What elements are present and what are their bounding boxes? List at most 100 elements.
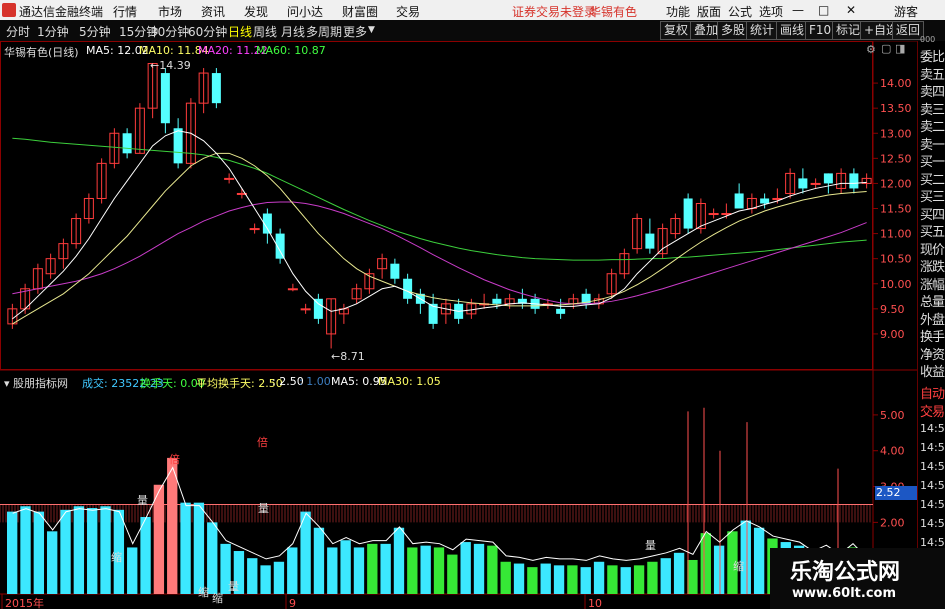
candle-body-up xyxy=(287,288,298,291)
side-item-1: 卖五 xyxy=(920,67,945,83)
period-30min[interactable]: 30分钟 xyxy=(150,23,189,40)
volume-bar xyxy=(287,547,298,594)
side-time-2: 14:56 xyxy=(920,460,945,473)
guest-label[interactable]: 游客 xyxy=(894,3,918,20)
ma-lines-group xyxy=(12,130,867,325)
menu-wealth[interactable]: 财富圈 xyxy=(342,3,378,20)
period-weekly[interactable]: 周线 xyxy=(253,23,277,40)
side-item-18: 收益 xyxy=(920,365,945,380)
volume-bar xyxy=(273,561,285,594)
btn-adjust[interactable]: 复权 xyxy=(660,21,693,40)
side-item-0: 委比 xyxy=(920,50,945,65)
price-tick-label: 9.50 xyxy=(880,303,905,316)
minimize-icon[interactable]: — xyxy=(792,3,804,17)
volume-bar xyxy=(513,563,525,594)
btn-f10[interactable]: F10 xyxy=(805,21,836,40)
price-tick-label: 10.50 xyxy=(880,253,912,266)
menu-news[interactable]: 资讯 xyxy=(201,3,225,20)
volume-bar xyxy=(700,533,711,594)
volume-bar xyxy=(607,565,618,594)
volume-bar xyxy=(73,506,85,594)
price-tick-label: 11.00 xyxy=(880,228,912,241)
menu-markets[interactable]: 市场 xyxy=(158,3,182,20)
volume-bar xyxy=(713,545,725,594)
date-axis: 2015年 9 10 xyxy=(1,594,602,609)
stock-name-header: 华锡有色 xyxy=(589,5,638,19)
menu-options[interactable]: 选项 xyxy=(759,3,783,20)
candle-body-down xyxy=(760,198,770,204)
volume-bar xyxy=(553,565,565,594)
period-monthly[interactable]: 月线 xyxy=(281,23,305,40)
menu-ask[interactable]: 问小达 xyxy=(287,3,323,20)
period-more[interactable]: 更多 xyxy=(343,23,367,40)
volume-bar xyxy=(167,457,178,594)
side-auto-trade-1[interactable]: 交易 xyxy=(920,401,945,420)
side-item-14: 总量 xyxy=(920,295,945,310)
volume-bar xyxy=(340,540,351,594)
volume-bar xyxy=(260,565,271,594)
price-axis-ticks: 14.00 13.50 13.00 12.50 12.00 11.50 11.00 10.50… xyxy=(873,77,912,341)
btn-multistock[interactable]: 多股 xyxy=(717,21,750,40)
menu-discover[interactable]: 发现 xyxy=(244,3,268,20)
candle-body-down xyxy=(390,263,400,279)
side-item-15: 外盘 xyxy=(920,312,945,328)
period-daily[interactable]: 日线 xyxy=(228,23,252,40)
period-5min[interactable]: 5分钟 xyxy=(79,23,111,40)
login-warning[interactable]: 证券交易未登录 xyxy=(512,3,596,20)
volume-tick-label: 2.00 xyxy=(880,516,905,529)
period-60min[interactable]: 60分钟 xyxy=(188,23,227,40)
volume-bar xyxy=(7,511,18,594)
price-tick-label: 14.00 xyxy=(880,77,912,90)
volume-bar xyxy=(660,558,671,594)
current-volume-tag: 2.52 xyxy=(875,486,918,500)
menu-layout[interactable]: 版面 xyxy=(697,3,721,20)
menu-market[interactable]: 行情 xyxy=(113,3,137,20)
menu-formula[interactable]: 公式 xyxy=(728,3,752,20)
watermark-title: 乐淘公式网 xyxy=(790,560,901,585)
panel-toggle-icon[interactable]: ◨ xyxy=(895,42,905,55)
volume-bar xyxy=(33,511,45,594)
candle-body-down xyxy=(645,233,655,249)
volume-bar xyxy=(460,542,471,594)
menu-function[interactable]: 功能 xyxy=(666,3,690,20)
price-tick-label: 9.00 xyxy=(880,328,905,341)
ma-label-60: MA60: 10.87 xyxy=(256,44,326,57)
settings-gear-icon[interactable]: ⚙ xyxy=(866,43,876,56)
side-item-7: 买二 xyxy=(920,172,945,188)
panel-collapse-icon[interactable]: ▢ xyxy=(881,42,891,55)
btn-statistics[interactable]: 统计 xyxy=(746,21,779,40)
kline-chart[interactable]: 14.00 13.50 13.00 12.50 12.00 11.50 11.00 10.50… xyxy=(0,41,917,609)
side-item-16: 换手 xyxy=(920,330,945,345)
ma10-line xyxy=(12,152,867,325)
close-icon[interactable]: ✕ xyxy=(846,3,856,17)
period-timeshare[interactable]: 分时 xyxy=(6,23,30,40)
marker-suo-1: 缩 xyxy=(111,551,122,564)
marker-liang-4: 量 xyxy=(228,580,239,593)
volume-bar xyxy=(567,565,578,594)
period-multi[interactable]: 多周期 xyxy=(306,23,342,40)
candle-body-down xyxy=(122,133,132,154)
candle-body-up xyxy=(224,177,235,180)
volume-bar xyxy=(247,558,258,594)
price-tick-label: 13.00 xyxy=(880,127,912,140)
watermark-url: www.60lt.com xyxy=(792,586,897,601)
candle-body-up xyxy=(708,213,719,216)
side-auto-trade-0[interactable]: 自动 xyxy=(920,383,945,402)
more-dropdown-icon[interactable]: ▼ xyxy=(368,25,375,35)
candle-body-down xyxy=(734,193,744,209)
menu-trade[interactable]: 交易 xyxy=(396,3,420,20)
restore-icon[interactable]: □ xyxy=(818,3,829,17)
side-item-8: 买三 xyxy=(920,190,945,205)
volume-bar xyxy=(447,554,458,594)
candle-body-down xyxy=(313,298,323,319)
volume-bar xyxy=(47,531,58,594)
volume-bar xyxy=(353,547,365,594)
candle-body-down xyxy=(849,173,859,189)
sub-item-4: : 1.00 xyxy=(299,375,331,388)
price-tick-label: 13.50 xyxy=(880,102,912,115)
btn-draw[interactable]: 画线 xyxy=(776,21,809,40)
marker-suo-2: 缩 xyxy=(198,586,209,599)
stock-title: 华锡有色(日线) xyxy=(4,46,79,59)
period-1min[interactable]: 1分钟 xyxy=(37,23,69,40)
high-price-label: ←14.39 xyxy=(150,59,191,72)
